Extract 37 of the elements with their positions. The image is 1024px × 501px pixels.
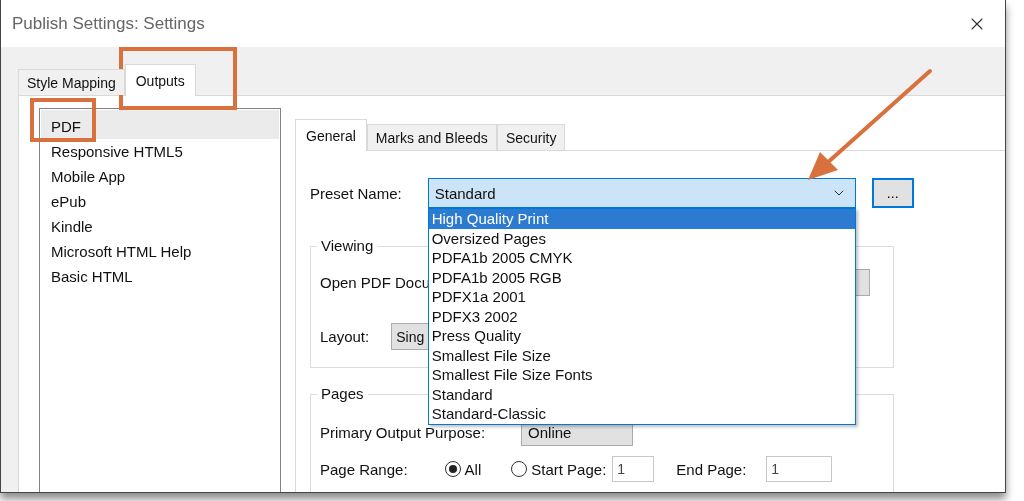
radio-button[interactable]: All	[444, 460, 482, 478]
dropdown-option[interactable]: High Quality Print	[428, 209, 855, 229]
output-list-item[interactable]: Responsive HTML5	[41, 139, 279, 164]
tab[interactable]: Marks and Bleeds	[366, 124, 497, 150]
highlight-box	[30, 98, 96, 142]
field-label: Primary Output Purpose:	[320, 424, 486, 441]
tab[interactable]: General	[295, 119, 367, 151]
dropdown-option[interactable]: PDFA1b 2005 RGB	[428, 267, 855, 287]
preset-dropdown[interactable]: Standard	[427, 178, 856, 208]
dropdown-option[interactable]: Smallest File Size Fonts	[428, 365, 855, 385]
output-list-item[interactable]: Basic HTML	[41, 264, 279, 289]
input-field[interactable]: 1	[612, 456, 655, 482]
group-title: Viewing	[317, 237, 378, 254]
dropdown-option[interactable]: Smallest File Size	[428, 345, 855, 365]
dropdown-option[interactable]: PDFX3 2002	[428, 306, 855, 326]
window-title: Publish Settings: Settings	[12, 13, 205, 34]
output-list-item[interactable]: ePub	[41, 189, 279, 214]
dropdown-option[interactable]: PDFX1a 2001	[428, 287, 855, 307]
field-label: Page Range:	[320, 460, 408, 478]
dropdown-option[interactable]: Standard-Classic	[428, 404, 855, 424]
tab[interactable]: Style Mapping	[18, 69, 125, 95]
output-list-item[interactable]: Kindle	[41, 214, 279, 239]
output-list-item[interactable]: Mobile App	[41, 164, 279, 189]
dropdown-option[interactable]: Press Quality	[428, 326, 855, 346]
input-field[interactable]: 1	[766, 456, 833, 482]
field-label: Preset Name:	[310, 184, 402, 202]
field-label: Layout:	[320, 328, 370, 345]
dropdown-option[interactable]: Oversized Pages	[428, 228, 855, 248]
radio-button[interactable]: Start Page:	[511, 460, 607, 478]
dropdown-option[interactable]: PDFA1b 2005 CMYK	[428, 248, 855, 268]
dropdown-option[interactable]: Standard	[428, 384, 855, 404]
tab[interactable]: Outputs	[124, 64, 196, 96]
output-list-item[interactable]: PDF	[41, 110, 279, 139]
field-label: End Page:	[676, 460, 747, 478]
tab[interactable]: Security	[496, 124, 566, 150]
browse-button[interactable]: ...	[871, 178, 914, 208]
output-list-item[interactable]: Microsoft HTML Help	[41, 239, 279, 264]
